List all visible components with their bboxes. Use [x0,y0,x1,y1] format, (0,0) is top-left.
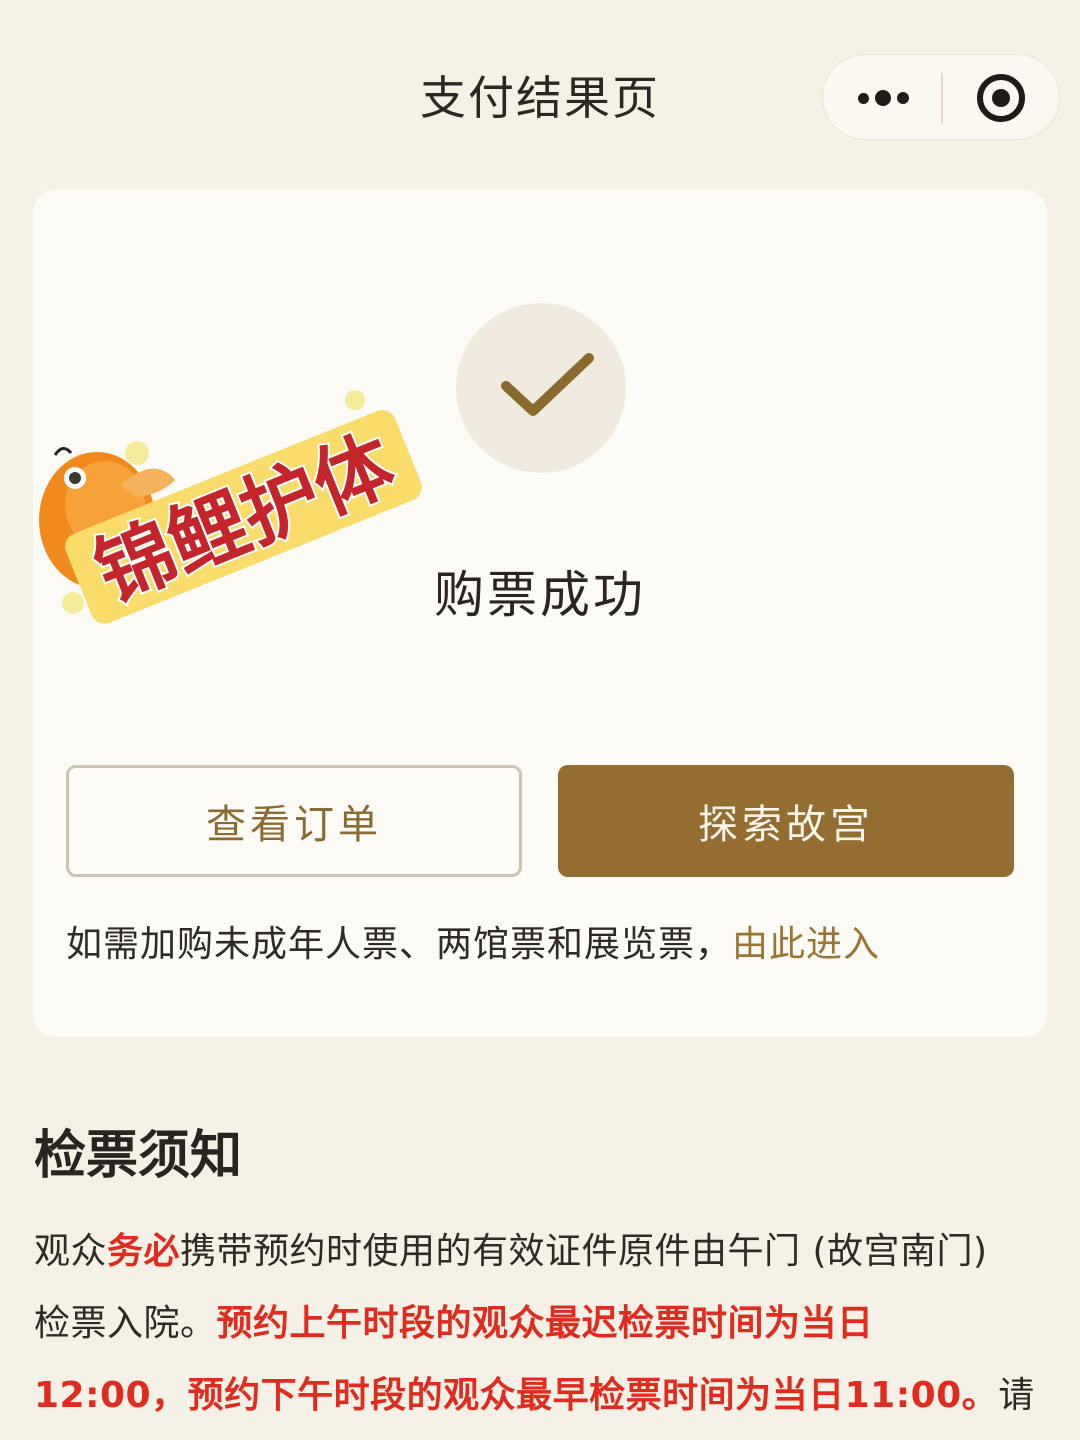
explore-palace-button[interactable]: 探索故宫 [558,765,1014,877]
mini-program-capsule [822,54,1060,140]
view-order-button[interactable]: 查看订单 [66,765,522,877]
notice-highlight: 务必 [107,1231,181,1272]
notice-text: 请 [998,1375,1035,1416]
notice-text: 观众 [34,1231,108,1272]
notice-line-3: 12:00，预约下午时段的观众最早检票时间为当日11:00。请 [34,1366,1035,1418]
more-dots-icon[interactable] [823,55,941,141]
notice-highlight: 预约上午时段的观众最迟检票时间为当日 [216,1303,874,1344]
payment-result-page: 支付结果页 购票成功 查看订单 探索故宫 如需加购未成年人票、两馆票和展览票，由… [0,0,1080,1440]
enter-here-link[interactable]: 由此进入 [732,924,880,965]
notice-highlight: 12:00，预约下午时段的观众最早检票时间为当日11:00。 [34,1375,999,1416]
nav-bar: 支付结果页 [0,0,1080,190]
target-close-icon[interactable] [943,55,1061,141]
add-purchase-text: 如需加购未成年人票、两馆票和展览票， [66,924,733,965]
notice-line-2: 检票入院。预约上午时段的观众最迟检票时间为当日 [34,1294,874,1346]
notice-text: 携带预约时使用的有效证件原件由午门 (故宫南门) [180,1231,988,1272]
add-purchase-hint: 如需加购未成年人票、两馆票和展览票，由此进入 [66,915,880,967]
notice-text: 检票入院。 [34,1303,217,1344]
notice-line-1: 观众务必携带预约时使用的有效证件原件由午门 (故宫南门) [34,1222,988,1274]
check-icon [456,303,626,473]
koi-sticker: 锦鲤护体 [25,385,425,630]
notice-title: 检票须知 [34,1125,243,1186]
